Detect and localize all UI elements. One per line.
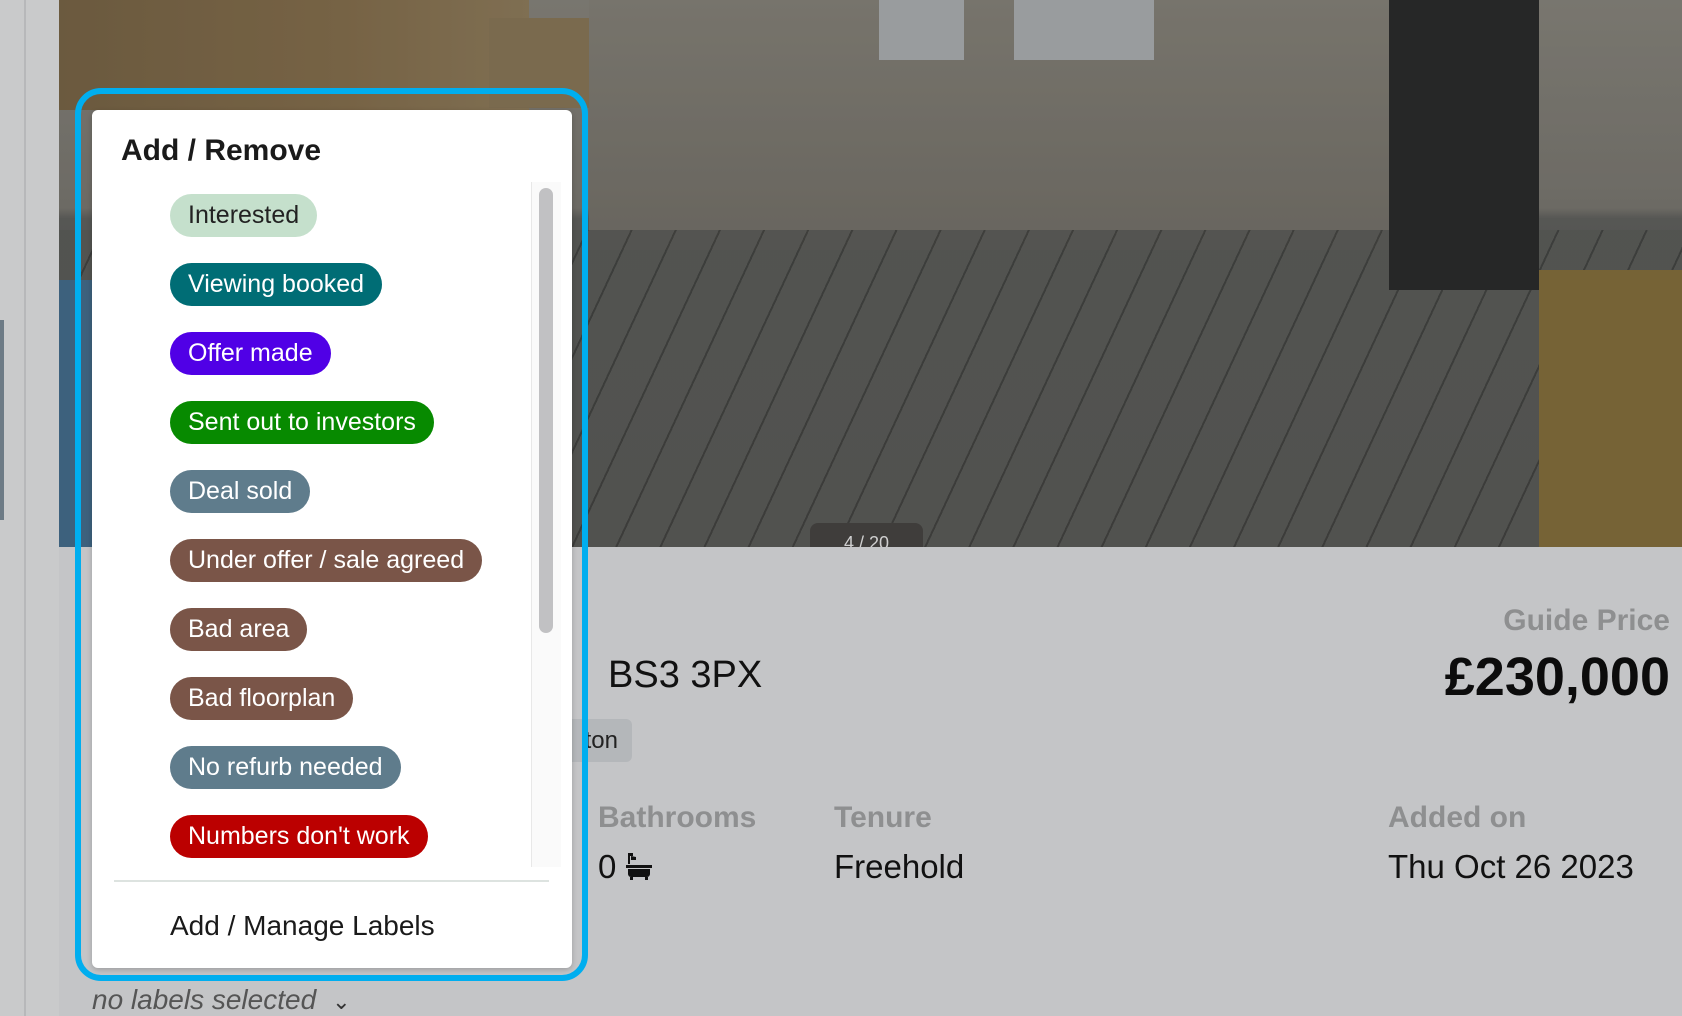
label-option[interactable]: Deal sold: [170, 470, 311, 513]
left-panel: [0, 0, 59, 1016]
scrollbar[interactable]: [531, 182, 561, 867]
bath-icon: [626, 853, 653, 880]
divider: [24, 0, 26, 1016]
label-option[interactable]: Viewing booked: [170, 263, 383, 306]
scrollbar-thumb[interactable]: [539, 188, 553, 633]
bathrooms-label: Bathrooms: [598, 801, 757, 834]
label-option[interactable]: Under offer / sale agreed: [170, 539, 483, 582]
tenure-label: Tenure: [834, 801, 932, 834]
dropdown-title: Add / Remove: [121, 134, 322, 167]
bathrooms-value: 0: [598, 848, 654, 886]
label-option[interactable]: Offer made: [170, 332, 331, 375]
divider: [114, 880, 549, 882]
labels-selector-value: no labels selected: [92, 984, 317, 1015]
guide-price-label: Guide Price: [1503, 604, 1670, 637]
chevron-down-icon: ⌄: [332, 989, 351, 1014]
manage-labels-button[interactable]: Add / Manage Labels: [170, 910, 435, 942]
label-option[interactable]: Interested: [170, 194, 318, 237]
label-option[interactable]: Bad area: [170, 608, 308, 651]
labels-dropdown: Add / Remove Interested Viewing booked Off…: [92, 110, 572, 968]
label-option[interactable]: Numbers don't work: [170, 815, 428, 858]
label-list: Interested Viewing booked Offer made Sent o…: [92, 182, 572, 867]
label-option[interactable]: No refurb needed: [170, 746, 401, 789]
label-option[interactable]: Sent out to investors: [170, 401, 434, 444]
guide-price: £230,000: [1444, 647, 1670, 707]
tenure-value: Freehold: [834, 848, 965, 885]
thumbnail-edge: [0, 320, 4, 520]
photo-counter: 4 / 20: [810, 523, 923, 547]
property-address: BS3 3PX: [608, 654, 763, 696]
added-on-label: Added on: [1388, 801, 1527, 834]
added-on-value: Thu Oct 26 2023: [1388, 848, 1634, 885]
bathrooms-count: 0: [598, 848, 617, 885]
labels-selector[interactable]: no labels selected ⌄: [92, 984, 351, 1016]
label-option[interactable]: Bad floorplan: [170, 677, 354, 720]
